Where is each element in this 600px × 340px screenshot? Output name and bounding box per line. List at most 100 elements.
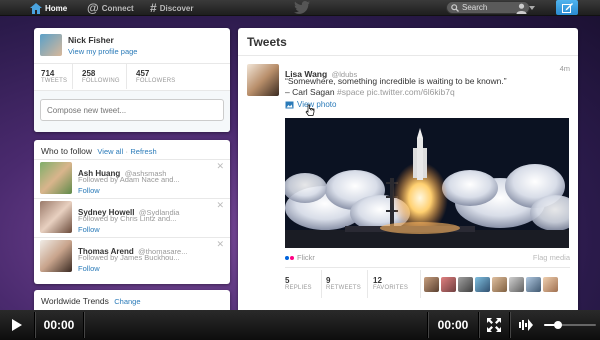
- follow-button[interactable]: Follow: [78, 264, 100, 273]
- nav-connect[interactable]: @ Connect: [87, 0, 134, 16]
- refresh-link[interactable]: Refresh: [130, 147, 156, 156]
- seek-bar[interactable]: [84, 310, 427, 340]
- avatar[interactable]: [492, 277, 507, 292]
- avatar[interactable]: [40, 162, 72, 194]
- compose-tweet-input[interactable]: [40, 99, 224, 121]
- profile-name[interactable]: Nick Fisher: [68, 35, 114, 45]
- volume-handle[interactable]: [554, 321, 562, 329]
- dismiss-icon[interactable]: ✕: [216, 200, 224, 211]
- avatar[interactable]: [247, 64, 279, 96]
- photo-icon: [285, 101, 294, 108]
- retweets-count[interactable]: 9 RETWEETS: [326, 276, 361, 291]
- photo-source[interactable]: Flickr: [285, 253, 315, 262]
- avatar[interactable]: [526, 277, 541, 292]
- change-trends-link[interactable]: Change: [114, 297, 140, 306]
- trends-title: Worldwide Trends: [41, 296, 109, 306]
- avatar[interactable]: [475, 277, 490, 292]
- stat-label: FOLLOWING: [82, 78, 120, 84]
- duration: 00:00: [437, 318, 469, 332]
- view-photo-label: View photo: [297, 100, 337, 109]
- tweet-media-link[interactable]: pic.twitter.com/6l6kib7q: [367, 87, 455, 97]
- stat-label: FOLLOWERS: [136, 78, 176, 84]
- top-nav-bar: Home @ Connect # Discover: [0, 0, 600, 16]
- list-item: Thomas Arend @thomasare... Followed by J…: [34, 239, 230, 280]
- volume-slider[interactable]: [544, 321, 596, 329]
- twitter-bird-logo-icon: [294, 1, 310, 14]
- avatar[interactable]: [424, 277, 439, 292]
- avatar[interactable]: [543, 277, 558, 292]
- search-input[interactable]: [462, 3, 522, 12]
- followed-by-text: Followed by James Buckhou...: [78, 253, 180, 262]
- stat-label: FAVORITES: [373, 285, 409, 291]
- followed-by-text: Followed by Adam Nace and...: [78, 175, 180, 184]
- view-profile-link[interactable]: View my profile page: [68, 47, 137, 56]
- volume-icon: [519, 319, 533, 331]
- search-icon: [451, 3, 459, 12]
- followed-by-text: Followed by Chris Lintz and...: [78, 214, 177, 223]
- avatar[interactable]: [458, 277, 473, 292]
- follow-button[interactable]: Follow: [78, 225, 100, 234]
- play-icon: [12, 319, 22, 331]
- current-time: 00:00: [43, 318, 75, 332]
- home-icon: [30, 2, 42, 14]
- nav-home-label: Home: [45, 3, 68, 13]
- stat-value: 457: [136, 69, 150, 78]
- flag-media-link[interactable]: Flag media: [533, 253, 570, 262]
- stat-label: TWEETS: [41, 78, 68, 84]
- shuttle-launch-image: [285, 118, 569, 248]
- dismiss-icon[interactable]: ✕: [216, 239, 224, 250]
- stat-value: 9: [326, 276, 331, 285]
- list-item: Ash Huang @ashsmash Followed by Adam Nac…: [34, 161, 230, 202]
- stat-value: 714: [41, 69, 55, 78]
- stat-followers[interactable]: 457 FOLLOWERS: [136, 69, 175, 84]
- mouse-cursor-icon: [305, 104, 315, 116]
- follow-button[interactable]: Follow: [78, 186, 100, 195]
- hash-icon: #: [150, 1, 157, 15]
- tweet[interactable]: Lisa Wang @ldubs 4m “Somewhere, somethin…: [238, 56, 578, 320]
- avatar[interactable]: [40, 240, 72, 272]
- tweet-photo[interactable]: [285, 118, 569, 248]
- tweet-quote-author: – Carl Sagan: [285, 87, 335, 97]
- nav-connect-label: Connect: [101, 3, 134, 13]
- stat-value: 5: [285, 276, 290, 285]
- tweet-text-line2: – Carl Sagan #space pic.twitter.com/6l6k…: [285, 87, 455, 97]
- who-to-follow-card: Who to follow View all · Refresh Ash Hua…: [34, 140, 230, 284]
- tweets-timeline: Tweets Lisa Wang @ldubs 4m “Somewhere, s…: [238, 28, 578, 320]
- stat-label: REPLIES: [285, 285, 312, 291]
- fullscreen-button[interactable]: [479, 310, 509, 340]
- mute-button[interactable]: [512, 310, 542, 340]
- stat-tweets[interactable]: 714 TWEETS: [41, 69, 67, 84]
- avatar[interactable]: [40, 201, 72, 233]
- avatar[interactable]: [509, 277, 524, 292]
- list-item: Sydney Howell @Sydlandia Followed by Chr…: [34, 200, 230, 241]
- view-all-link[interactable]: View all: [97, 147, 123, 156]
- hashtag-link[interactable]: #space: [337, 87, 364, 97]
- replies-count[interactable]: 5 REPLIES: [285, 276, 312, 291]
- stat-value: 12: [373, 276, 382, 285]
- nav-home[interactable]: Home: [30, 0, 67, 16]
- avatar[interactable]: [441, 277, 456, 292]
- separator-dot: ·: [125, 147, 129, 156]
- dismiss-icon[interactable]: ✕: [216, 161, 224, 172]
- stat-label: RETWEETS: [326, 285, 361, 291]
- nav-discover[interactable]: # Discover: [150, 0, 193, 16]
- compose-icon: [561, 2, 573, 13]
- compose-tweet-button[interactable]: [556, 0, 578, 15]
- retweeter-avatars: [424, 277, 558, 292]
- user-menu[interactable]: [516, 1, 544, 15]
- fullscreen-icon: [487, 318, 501, 332]
- profile-card: Nick Fisher View my profile page 714 TWE…: [34, 28, 230, 132]
- stat-following[interactable]: 258 FOLLOWING: [82, 69, 120, 84]
- stat-value: 258: [82, 69, 96, 78]
- avatar[interactable]: [40, 34, 62, 56]
- tweet-text-line1: “Somewhere, something incredible is wait…: [285, 76, 507, 86]
- photo-source-label: Flickr: [297, 253, 315, 262]
- nav-discover-label: Discover: [159, 3, 194, 13]
- tweet-timestamp[interactable]: 4m: [560, 64, 570, 73]
- at-icon: @: [87, 1, 99, 15]
- tweets-title: Tweets: [247, 35, 287, 49]
- who-to-follow-title: Who to follow: [41, 146, 93, 156]
- chevron-down-icon: [529, 6, 535, 10]
- favorites-count[interactable]: 12 FAVORITES: [373, 276, 408, 291]
- play-button[interactable]: [0, 310, 34, 340]
